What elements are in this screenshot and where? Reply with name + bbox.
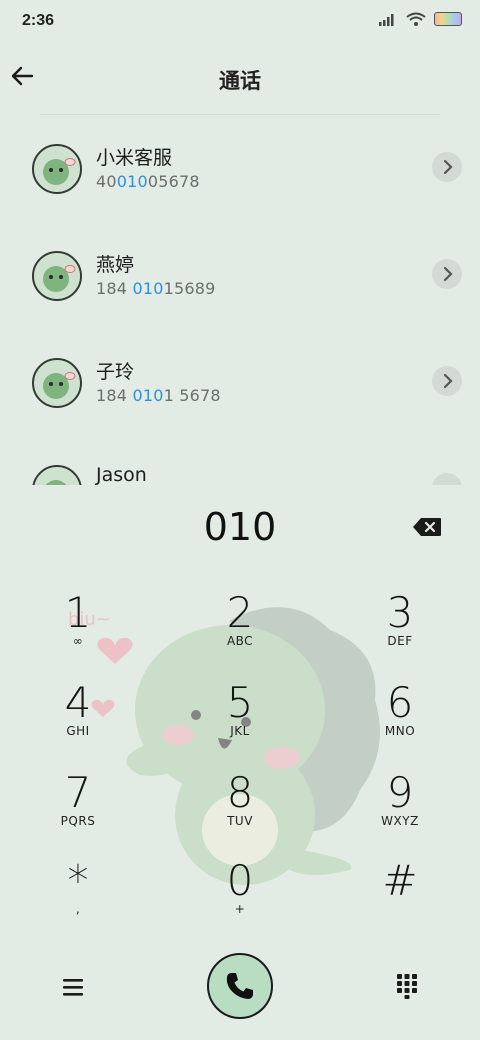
status-bar: 2:36: [0, 0, 480, 40]
dial-key-1[interactable]: 1 ∞: [18, 590, 138, 670]
app-header: 通话: [0, 52, 480, 108]
dial-key-2[interactable]: 2 ABC: [180, 590, 300, 670]
voicemail-icon: ∞: [72, 634, 84, 648]
dialer-bottom-bar: [0, 950, 480, 1030]
page-title: 通话: [219, 69, 261, 93]
dial-key-star[interactable]: *,: [18, 858, 138, 938]
dial-input-display[interactable]: 010: [0, 505, 480, 549]
avatar: [32, 465, 82, 485]
contact-name: 燕婷: [96, 254, 135, 276]
contact-name: Jason: [96, 464, 147, 485]
dial-key-7[interactable]: 7 PQRS: [18, 770, 138, 850]
signal-icon: [379, 14, 394, 26]
dial-key-5[interactable]: 5 JKL: [180, 680, 300, 760]
contact-detail-button[interactable]: [432, 473, 462, 485]
contact-number: 184 01015689: [96, 279, 216, 298]
contact-row[interactable]: 燕婷 184 01015689: [0, 222, 480, 328]
contact-row[interactable]: Jason: [0, 436, 480, 485]
wifi-icon: [406, 12, 426, 26]
contact-row[interactable]: 子玲 184 0101 5678: [0, 329, 480, 435]
dial-key-hash[interactable]: #: [340, 858, 460, 938]
avatar: [32, 144, 82, 194]
dial-key-4[interactable]: 4 GHI: [18, 680, 138, 760]
chevron-right-icon: [443, 266, 453, 282]
chevron-right-icon: [443, 159, 453, 175]
menu-icon[interactable]: [60, 975, 86, 999]
dialpad-icon[interactable]: [394, 972, 420, 1000]
contact-name: 子玲: [96, 361, 135, 383]
battery-icon: [434, 12, 462, 26]
status-time: 2:36: [22, 12, 55, 29]
avatar: [32, 251, 82, 301]
contact-row[interactable]: 小米客服 4001005678: [0, 115, 480, 221]
phone-icon: [226, 973, 253, 999]
avatar: [32, 358, 82, 408]
contact-detail-button[interactable]: [432, 366, 462, 396]
chevron-right-icon: [443, 373, 453, 389]
dial-key-0[interactable]: 0 +: [180, 858, 300, 938]
dial-key-9[interactable]: 9 WXYZ: [340, 770, 460, 850]
call-button[interactable]: [207, 953, 273, 1019]
dial-key-3[interactable]: 3 DEF: [340, 590, 460, 670]
dial-key-6[interactable]: 6 MNO: [340, 680, 460, 760]
contact-list: 小米客服 4001005678 燕婷 184 01015689 子玲 184 0…: [0, 115, 480, 485]
contact-detail-button[interactable]: [432, 152, 462, 182]
status-icons: [378, 12, 462, 26]
contact-name: 小米客服: [96, 147, 173, 169]
dial-key-8[interactable]: 8 TUV: [180, 770, 300, 850]
backspace-icon[interactable]: [412, 517, 442, 537]
contact-number: 4001005678: [96, 172, 200, 191]
contact-detail-button[interactable]: [432, 259, 462, 289]
contact-number: 184 0101 5678: [96, 386, 221, 405]
